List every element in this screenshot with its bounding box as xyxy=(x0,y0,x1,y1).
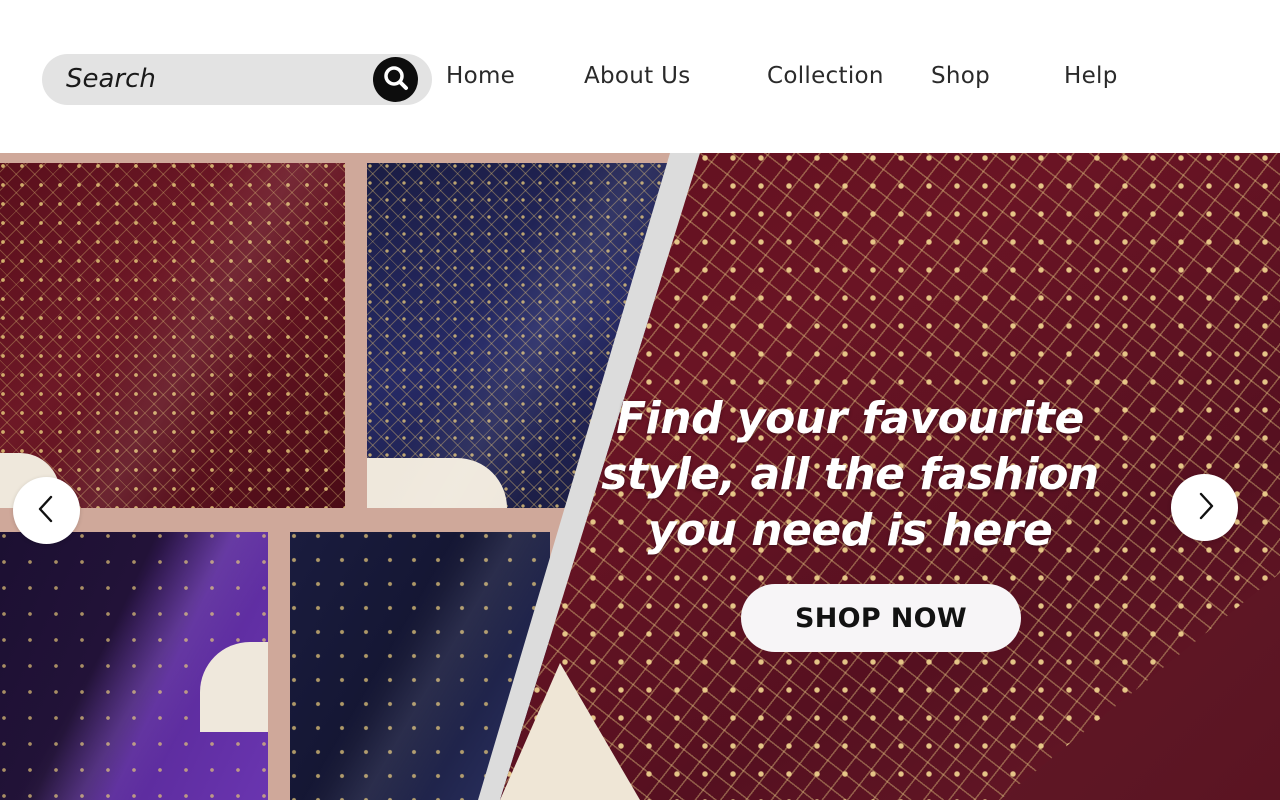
search-button[interactable] xyxy=(373,57,418,102)
search-icon xyxy=(382,64,410,96)
nav-home[interactable]: Home xyxy=(446,63,515,89)
page: Home About Us Collection Shop Help Find … xyxy=(0,0,1280,800)
shop-now-button[interactable]: SHOP NOW xyxy=(741,584,1021,652)
product-photo-purple xyxy=(0,532,268,800)
nav-collection[interactable]: Collection xyxy=(767,63,884,89)
site-header: Home About Us Collection Shop Help xyxy=(0,0,1280,153)
hero-banner: Find your favourite style, all the fashi… xyxy=(0,153,1280,800)
carousel-prev-button[interactable] xyxy=(13,477,80,544)
carousel-next-button[interactable] xyxy=(1171,474,1238,541)
chevron-left-icon xyxy=(35,494,59,528)
nav-about-us[interactable]: About Us xyxy=(584,63,691,89)
chevron-right-icon xyxy=(1193,491,1217,525)
hero-headline: Find your favourite style, all the fashi… xyxy=(601,393,1099,556)
search-bar xyxy=(42,54,432,105)
search-input[interactable] xyxy=(66,62,366,96)
product-photo-maroon xyxy=(0,163,345,508)
nav-shop[interactable]: Shop xyxy=(931,63,990,89)
nav-help[interactable]: Help xyxy=(1064,63,1118,89)
